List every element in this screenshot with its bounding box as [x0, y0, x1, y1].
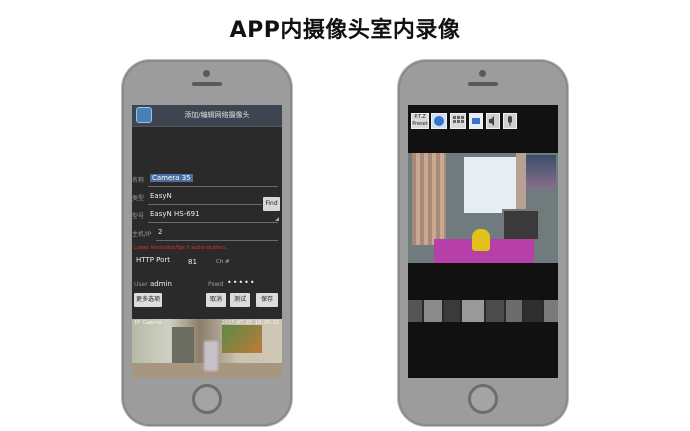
- video-window: [464, 157, 518, 213]
- pwd-label: Pswd: [208, 281, 224, 288]
- thumbnail-item[interactable]: [506, 300, 522, 322]
- osd-camera-name: IP Camera: [134, 320, 162, 326]
- ptz-preset-button[interactable]: P.T.Z Preset: [411, 113, 429, 129]
- header-title: 添加/编辑网络摄像头: [184, 111, 250, 119]
- page-title: APP内摄像头室内录像: [229, 18, 461, 43]
- video-person: [472, 229, 490, 251]
- thumbnail-item[interactable]: [424, 300, 442, 322]
- model-dropdown-icon: [275, 217, 279, 221]
- record-icon[interactable]: [431, 113, 447, 129]
- more-options-button[interactable]: 更多选项: [134, 293, 162, 307]
- page: APP内摄像头室内录像 添加/编辑网络摄像头 名称 Camera 35 类型 E…: [0, 0, 690, 431]
- model-row[interactable]: 型号 EasyN HS-691: [132, 207, 282, 223]
- thumbnail-item[interactable]: [524, 300, 542, 322]
- port-field[interactable]: 81: [188, 258, 197, 266]
- type-select[interactable]: EasyN: [150, 192, 172, 200]
- type-label: 类型: [132, 195, 145, 202]
- volume-icon[interactable]: [486, 113, 500, 129]
- warning-text: Lower resolution/fps if audio stutters.: [134, 245, 228, 251]
- app-icon[interactable]: [136, 107, 152, 123]
- name-field[interactable]: Camera 35: [150, 174, 193, 182]
- thumbnail-item[interactable]: [544, 300, 558, 322]
- home-button[interactable]: [468, 384, 498, 414]
- video-monitor: [502, 209, 540, 241]
- screen-left: 添加/编辑网络摄像头 名称 Camera 35 类型 EasyN Find 型号…: [132, 105, 282, 378]
- speaker: [192, 82, 222, 86]
- type-underline: [148, 204, 262, 205]
- name-row: 名称 Camera 35: [132, 171, 282, 187]
- mic-icon[interactable]: [503, 113, 517, 129]
- type-row[interactable]: 类型 EasyN: [132, 189, 282, 205]
- grid-icon[interactable]: [450, 113, 466, 129]
- cancel-button[interactable]: 取消: [206, 293, 226, 307]
- speaker: [468, 82, 498, 86]
- video-curtain-left: [412, 153, 446, 245]
- thumbnail-item[interactable]: [462, 300, 484, 322]
- preview-person: [204, 341, 218, 371]
- front-camera: [203, 70, 210, 77]
- password-field[interactable]: •••••: [227, 278, 256, 287]
- test-button[interactable]: 测试: [230, 293, 250, 307]
- name-label: 名称: [132, 177, 145, 184]
- home-button[interactable]: [192, 384, 222, 414]
- http-port-label: HTTP Port: [136, 256, 171, 264]
- video-hanging-clothes: [526, 155, 556, 189]
- channel-label: Ch.#: [216, 259, 230, 265]
- osd-timestamp: 2017-07-25 10:26:21: [221, 320, 279, 326]
- front-camera: [479, 70, 486, 77]
- http-port-select[interactable]: HTTP Port: [136, 256, 182, 270]
- model-label: 型号: [132, 213, 145, 220]
- preview-plant: [222, 325, 262, 353]
- screen-right: P.T.Z Preset: [408, 105, 558, 378]
- model-underline: [148, 222, 278, 223]
- app-header: 添加/编辑网络摄像头: [132, 105, 282, 127]
- recording-thumbnails[interactable]: [408, 300, 558, 322]
- thumbnail-item[interactable]: [486, 300, 504, 322]
- phone-left: 添加/编辑网络摄像头 名称 Camera 35 类型 EasyN Find 型号…: [122, 60, 292, 426]
- host-label: 主机/IP: [132, 231, 152, 238]
- name-underline: [148, 186, 278, 187]
- camera-preview[interactable]: IP Camera 2017-07-25 10:26:21: [132, 319, 282, 378]
- user-label: User: [134, 281, 148, 288]
- thumbnail-item[interactable]: [444, 300, 460, 322]
- save-button[interactable]: 保存: [256, 293, 278, 307]
- host-underline: [156, 240, 278, 241]
- phone-right: P.T.Z Preset: [398, 60, 568, 426]
- live-video[interactable]: [408, 153, 558, 263]
- user-field[interactable]: admin: [150, 280, 172, 288]
- thumbnail-item[interactable]: [408, 300, 422, 322]
- hd-icon[interactable]: [469, 113, 483, 129]
- model-select[interactable]: EasyN HS-691: [150, 210, 200, 218]
- host-row: 主机/IP 2: [132, 225, 282, 241]
- host-field[interactable]: 2: [158, 228, 162, 236]
